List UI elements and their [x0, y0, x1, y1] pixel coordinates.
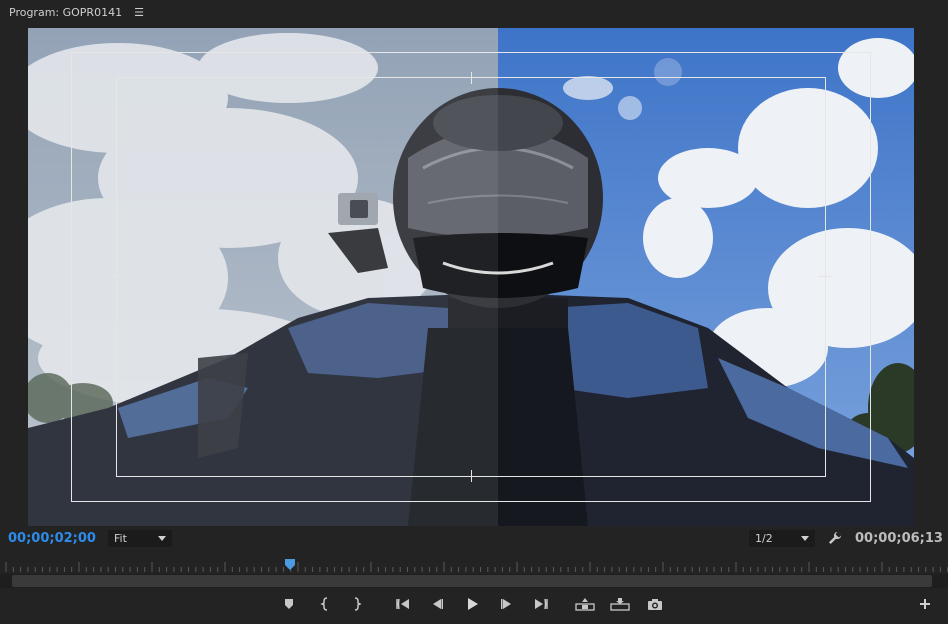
play-icon [468, 598, 478, 610]
go-to-in-button[interactable] [392, 592, 414, 616]
mark-out-button[interactable] [346, 592, 368, 616]
wrench-icon[interactable] [828, 531, 842, 549]
transport-controls [0, 592, 948, 618]
lift-icon [575, 598, 595, 611]
go-to-out-button[interactable] [530, 592, 552, 616]
monitor-controls-bar: 00;00;02;00 Fit 1/2 00;00;06;13 [0, 528, 948, 550]
panel-header: Program: GOPR0141 ☰ [0, 0, 948, 24]
video-frame [28, 28, 914, 526]
panel-title: Program: GOPR0141 [9, 5, 123, 19]
scrollbar-thumb[interactable] [12, 575, 932, 587]
ruler-background [0, 560, 948, 574]
lift-button[interactable] [574, 592, 596, 616]
add-button[interactable] [918, 596, 934, 616]
mark-in-icon [320, 597, 328, 611]
step-back-icon [433, 599, 443, 609]
resolution-dropdown[interactable]: 1/2 [749, 530, 815, 547]
zoom-dropdown[interactable]: Fit [108, 530, 172, 547]
export-frame-button[interactable] [644, 592, 666, 616]
hamburger-icon[interactable]: ☰ [134, 6, 144, 19]
extract-button[interactable] [609, 592, 631, 616]
current-timecode[interactable]: 00;00;02;00 [8, 531, 96, 546]
mark-out-icon [354, 597, 362, 611]
zoom-value: Fit [114, 532, 127, 545]
plus-icon [920, 599, 930, 609]
time-ruler[interactable] [0, 560, 948, 574]
step-back-button[interactable] [426, 592, 448, 616]
extract-icon [610, 598, 630, 611]
go-to-in-icon [396, 598, 409, 610]
play-button[interactable] [461, 592, 483, 616]
playhead-marker[interactable] [284, 559, 296, 571]
add-marker-button[interactable] [278, 592, 300, 616]
chevron-down-icon [158, 536, 166, 541]
chevron-down-icon [801, 536, 809, 541]
mark-in-button[interactable] [314, 592, 336, 616]
program-monitor-viewer[interactable] [28, 28, 914, 526]
camera-icon [648, 598, 662, 610]
marker-icon [285, 599, 293, 609]
step-forward-icon [501, 599, 511, 609]
resolution-value: 1/2 [755, 532, 773, 545]
go-to-out-icon [535, 598, 548, 610]
zoom-scrollbar[interactable] [0, 574, 948, 588]
duration-timecode: 00;00;06;13 [855, 531, 943, 546]
step-forward-button[interactable] [496, 592, 518, 616]
